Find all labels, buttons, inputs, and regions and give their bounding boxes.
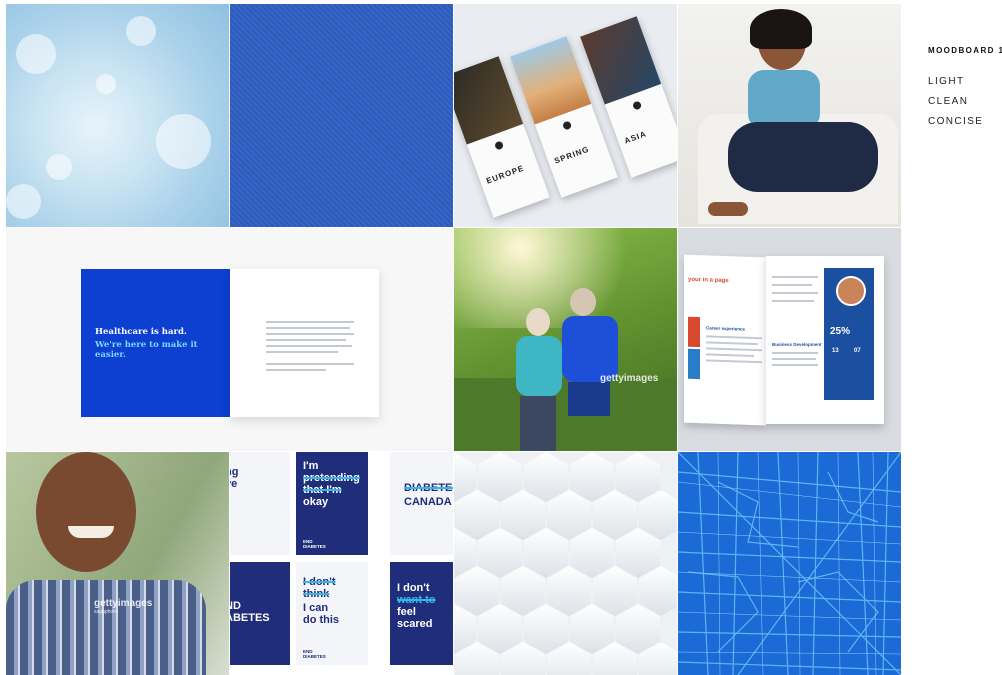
texture-overlay — [230, 4, 453, 227]
diabetes-posters-collage: ng ve I'm pretending that I'm okay ENDDI… — [230, 452, 453, 675]
keyword-clean: CLEAN — [928, 96, 969, 107]
magazine-left-page: your in a page Career experience — [684, 254, 766, 426]
poster-diabetes-canada: DIABETES CANADA — [390, 452, 453, 555]
brochure-title: EUROPE — [485, 163, 526, 186]
moodboard-title: MOODBOARD 1 — [928, 46, 1002, 55]
healthcare-card-mockup: Healthcare is hard. We're here to make i… — [6, 228, 453, 451]
brochure-title: SPRING — [553, 144, 591, 166]
magazine-spread-mockup: your in a page Career experience Busines… — [678, 228, 901, 451]
spread-title: your in a page — [688, 276, 729, 285]
moodboard-grid: EUROPE SPRING ASIA Healthcare is hard. W… — [6, 4, 901, 675]
watermark: gettyimages — [600, 373, 659, 384]
moodboard-legend: MOODBOARD 1 LIGHT CLEAN CONCISE — [928, 46, 1002, 127]
stat-panel: 25% 13 07 — [824, 268, 874, 400]
section-heading: Career experience — [706, 325, 746, 332]
map-streets — [678, 452, 901, 675]
smiling-man-photo: gettyimages sagaphoto — [6, 452, 229, 675]
poster-pretending: I'm pretending that I'm okay END DIABETES — [296, 452, 368, 555]
section-heading: Business Development — [772, 342, 822, 347]
stat-percent: 25% — [830, 326, 851, 337]
stat-number: 07 — [854, 348, 861, 354]
watermark: gettyimages sagaphoto — [94, 598, 153, 615]
card-back — [230, 269, 379, 417]
stat-number: 13 — [832, 348, 839, 354]
smiling-woman-photo — [678, 4, 901, 227]
travel-brochures-photo: EUROPE SPRING ASIA — [454, 4, 677, 227]
card-front: Healthcare is hard. We're here to make i… — [81, 269, 230, 417]
poster-dont-want: I don't want to feel scared — [390, 562, 453, 665]
bokeh-light-photo — [6, 4, 229, 227]
blue-city-map-pattern — [678, 452, 901, 675]
card-subline: We're here to make it easier. — [95, 340, 198, 360]
poster: ND ABETES — [230, 562, 290, 665]
poster: ng ve — [230, 452, 290, 555]
card-headline: Healthcare is hard. — [95, 327, 187, 337]
keyword-concise: CONCISE — [928, 116, 984, 127]
blue-felt-texture — [230, 4, 453, 227]
senior-couple-jogging-photo: gettyimages — [454, 228, 677, 451]
magazine-right-page: Business Development 25% 13 07 — [766, 256, 884, 424]
white-hexagon-pattern — [454, 452, 677, 675]
poster-dont-think: I don't think I can do this END DIABETES — [296, 562, 368, 665]
portrait — [836, 276, 866, 306]
keyword-light: LIGHT — [928, 76, 965, 87]
brochure-title: ASIA — [623, 129, 648, 146]
